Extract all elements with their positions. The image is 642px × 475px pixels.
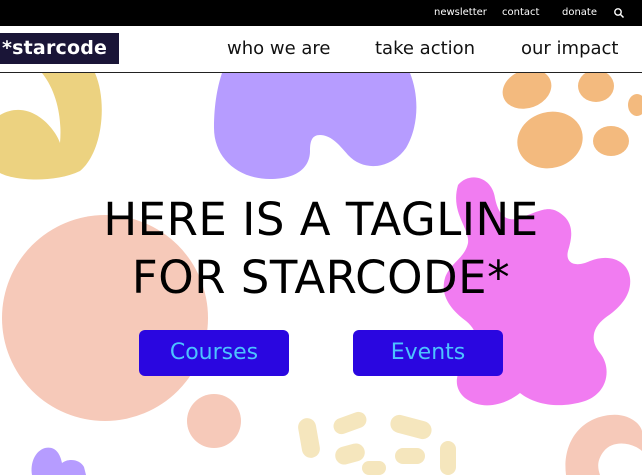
- cream-pill-shape: [362, 461, 386, 475]
- courses-button[interactable]: Courses: [139, 330, 289, 376]
- main-nav: *starcode who we are take action our imp…: [0, 26, 642, 73]
- purple-small-shape: [31, 447, 86, 475]
- cream-pill-shape: [395, 448, 425, 464]
- cream-pill-shape: [298, 418, 320, 458]
- utility-bar: newsletter contact donate: [0, 0, 642, 26]
- nav-our-impact[interactable]: our impact: [521, 26, 619, 72]
- peach-small-circle-shape: [187, 394, 241, 448]
- tagline-line-1: HERE IS A TAGLINE: [103, 193, 539, 246]
- orange-oval-shape: [593, 126, 629, 156]
- events-button[interactable]: Events: [353, 330, 503, 376]
- cream-pill-shape: [440, 441, 456, 475]
- hero-section: HERE IS A TAGLINE FOR STARCODE* Courses …: [0, 73, 642, 475]
- cream-pill-shape: [333, 411, 367, 435]
- peach-arc-shape: [565, 414, 642, 475]
- orange-oval-shape: [502, 73, 552, 109]
- nav-take-action[interactable]: take action: [375, 26, 475, 72]
- orange-oval-shape: [517, 111, 583, 169]
- nav-who-we-are[interactable]: who we are: [227, 26, 331, 72]
- contact-link[interactable]: contact: [502, 0, 539, 26]
- cream-pill-shape: [390, 414, 432, 440]
- starcode-logo[interactable]: *starcode: [0, 33, 119, 64]
- newsletter-link[interactable]: newsletter: [434, 0, 487, 26]
- hero-tagline: HERE IS A TAGLINE FOR STARCODE*: [0, 191, 642, 307]
- tagline-line-2: FOR STARCODE*: [131, 251, 511, 304]
- search-icon[interactable]: [613, 7, 625, 19]
- donate-link[interactable]: donate: [562, 0, 597, 26]
- purple-blob-shape: [214, 73, 417, 179]
- orange-oval-shape: [578, 73, 614, 102]
- cream-pill-shape: [335, 443, 365, 465]
- yellow-leaf-shape: [0, 73, 102, 180]
- orange-oval-shape: [628, 94, 642, 116]
